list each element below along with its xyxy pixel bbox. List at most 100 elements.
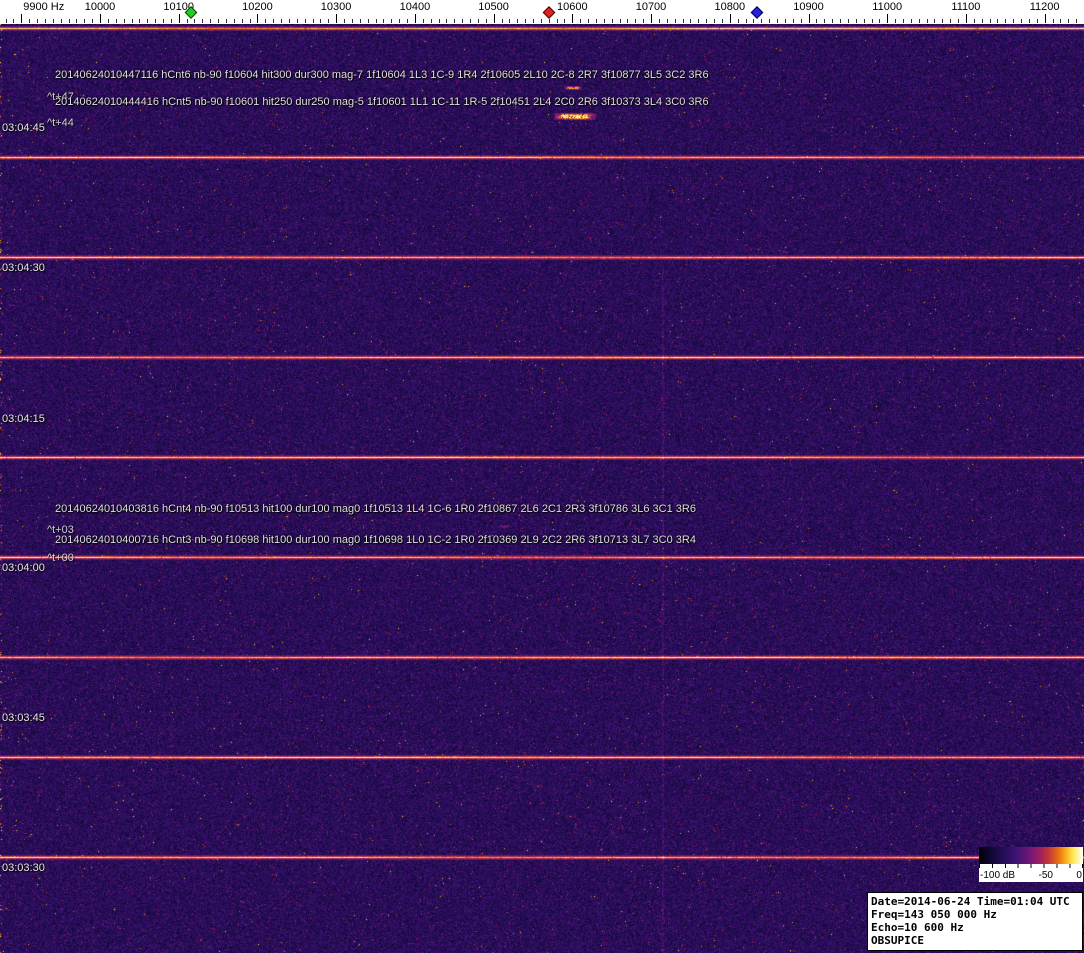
freq-axis-minor-tick [871, 19, 873, 23]
freq-axis-minor-tick [1028, 19, 1030, 23]
freq-axis-minor-tick [942, 19, 944, 23]
freq-axis-minor-tick [170, 19, 172, 23]
freq-axis-minor-tick [540, 19, 542, 23]
freq-tick-label: 10400 [399, 1, 431, 13]
freq-axis-major-tick [1044, 14, 1046, 23]
freq-axis-minor-tick [391, 19, 393, 23]
freq-axis-major-tick [808, 14, 810, 23]
freq-axis-minor-tick [375, 19, 377, 23]
freq-axis-minor-tick [477, 19, 479, 23]
freq-axis-minor-tick [312, 19, 314, 23]
freq-axis-minor-tick [926, 19, 928, 23]
info-box-line: Echo=10 600 Hz [871, 921, 964, 934]
freq-axis-minor-tick [210, 19, 212, 23]
freq-axis-major-tick [178, 14, 180, 23]
freq-axis-minor-tick [249, 19, 251, 23]
freq-axis-minor-tick [800, 19, 802, 23]
freq-axis-minor-tick [359, 19, 361, 23]
freq-axis-minor-tick [147, 19, 149, 23]
freq-axis-minor-tick [627, 19, 629, 23]
freq-axis-minor-tick [934, 19, 936, 23]
freq-axis-minor-tick [422, 19, 424, 23]
freq-axis-minor-tick [367, 19, 369, 23]
freq-axis-minor-tick [139, 19, 141, 23]
freq-axis-minor-tick [745, 19, 747, 23]
freq-axis-minor-tick [454, 19, 456, 23]
freq-axis-minor-tick [320, 19, 322, 23]
freq-axis-minor-tick [288, 19, 290, 23]
freq-tick-label: 11100 [951, 1, 981, 13]
freq-axis-major-tick [336, 14, 338, 23]
status-info-box: Date=2014-06-24 Time=01:04 UTC Freq=143 0… [867, 892, 1083, 951]
freq-axis-minor-tick [525, 19, 527, 23]
freq-tick-label: 10700 [635, 1, 667, 13]
freq-tick-label: 10200 [242, 1, 273, 13]
freq-axis-minor-tick [643, 19, 645, 23]
freq-axis-minor-tick [879, 19, 881, 23]
colorbar-mid-label: -50 [1038, 869, 1053, 881]
freq-axis-minor-tick [840, 19, 841, 23]
meteor-spectrogram-window: 9900 Hz 10000 10100 10200 10300 10400 10500 106… [0, 0, 1084, 953]
freq-axis-minor-tick [556, 19, 558, 23]
freq-axis-minor-tick [52, 19, 54, 23]
freq-axis-minor-tick [721, 19, 723, 23]
freq-axis-minor-tick [753, 19, 755, 23]
freq-axis-minor-tick [737, 19, 739, 23]
freq-tick-label: 11200 [1029, 1, 1060, 13]
freq-axis-minor-tick [989, 19, 991, 23]
freq-axis-minor-tick [674, 19, 676, 23]
freq-tick-label: 10300 [320, 1, 352, 13]
freq-tick-label: 10600 [557, 1, 588, 13]
freq-axis-minor-tick [328, 19, 330, 23]
freq-axis-minor-tick [399, 19, 401, 23]
freq-axis-minor-tick [918, 19, 920, 23]
freq-axis-minor-tick [784, 19, 786, 23]
info-box-line: Freq=143 050 000 Hz [871, 908, 997, 921]
freq-axis-minor-tick [611, 19, 613, 23]
freq-axis-minor-tick [155, 19, 157, 23]
freq-axis-minor-tick [29, 19, 31, 23]
freq-axis-minor-tick [218, 19, 220, 23]
freq-axis-minor-tick [383, 19, 385, 23]
freq-axis-minor-tick [233, 19, 235, 23]
freq-tick-label: 10500 [478, 1, 509, 13]
freq-axis-minor-tick [761, 19, 763, 23]
freq-axis-minor-tick [714, 19, 715, 23]
freq-axis-minor-tick [344, 19, 345, 23]
freq-axis-minor-tick [44, 19, 46, 23]
freq-axis-minor-tick [863, 19, 865, 23]
freq-axis-minor-tick [509, 19, 511, 23]
freq-axis-minor-tick [446, 19, 448, 23]
freq-tick-label: 11000 [872, 1, 903, 13]
freq-tick-label: 10900 [793, 1, 824, 13]
freq-axis-minor-tick [470, 19, 471, 23]
freq-axis-minor-tick [706, 19, 708, 23]
freq-axis-minor-tick [981, 19, 983, 23]
freq-axis-minor-tick [225, 19, 227, 23]
freq-axis-minor-tick [501, 19, 503, 23]
freq-axis-minor-tick [588, 19, 590, 23]
freq-axis-minor-tick [855, 19, 857, 23]
frequency-axis: 9900 Hz 10000 10100 10200 10300 10400 10500 106… [0, 0, 1084, 24]
freq-axis-minor-tick [202, 19, 204, 23]
freq-axis-minor-tick [690, 19, 692, 23]
freq-axis-major-tick [100, 14, 101, 23]
freq-axis-minor-tick [107, 19, 109, 23]
freq-axis-minor-tick [619, 19, 621, 23]
freq-axis-minor-tick [485, 19, 487, 23]
freq-axis-minor-tick [658, 19, 660, 23]
freq-tick-label: 9900 Hz [23, 1, 65, 13]
freq-axis-minor-tick [1013, 19, 1015, 23]
red-diamond-marker[interactable] [542, 6, 556, 19]
freq-axis-minor-tick [265, 19, 267, 23]
colorbar-min-label: -100 dB [980, 869, 1016, 881]
freq-axis-minor-tick [194, 19, 196, 23]
colorbar-gradient [979, 847, 1083, 864]
freq-axis-minor-tick [13, 19, 15, 23]
freq-axis-minor-tick [1060, 19, 1062, 23]
freq-axis-major-tick [651, 14, 652, 23]
freq-axis-major-tick [21, 14, 23, 23]
freq-axis-minor-tick [37, 19, 38, 23]
blue-diamond-marker[interactable] [750, 6, 764, 19]
freq-axis-minor-tick [1005, 19, 1007, 23]
